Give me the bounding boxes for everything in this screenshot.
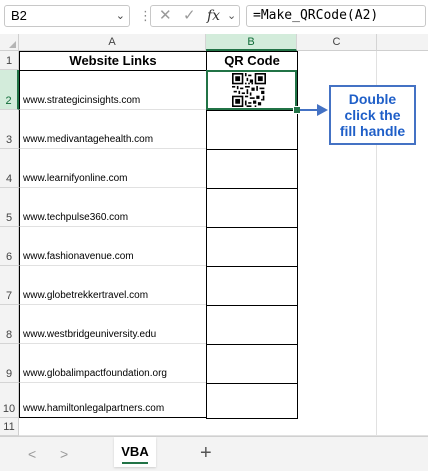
- link-cell[interactable]: www.medivantagehealth.com: [19, 110, 207, 149]
- formula-bar: B2 ⌄ ⋮ ✕ ✓ fx ⌄ =Make_QRCode(A2): [0, 0, 428, 34]
- active-tab-underline: [122, 462, 148, 464]
- callout-line-2: click the: [344, 107, 401, 123]
- select-all-button[interactable]: [0, 34, 19, 51]
- qr-cell[interactable]: [206, 344, 298, 384]
- header-cell-website-links[interactable]: Website Links: [19, 51, 207, 71]
- qr-cell[interactable]: [206, 227, 298, 267]
- insert-function-icon[interactable]: fx: [207, 6, 220, 26]
- qr-cell[interactable]: [206, 188, 298, 228]
- name-box[interactable]: B2 ⌄: [4, 5, 130, 27]
- sheet-tab-vba[interactable]: VBA: [114, 437, 156, 467]
- link-cell[interactable]: www.globetrekkertravel.com: [19, 266, 207, 305]
- link-cell[interactable]: www.westbridgeuniversity.edu: [19, 305, 207, 344]
- row-header-7[interactable]: 7: [0, 266, 19, 305]
- row-header-4[interactable]: 4: [0, 149, 19, 188]
- sheet-tab-bar: < > VBA +: [0, 436, 428, 471]
- qr-cell[interactable]: [206, 383, 298, 419]
- chevron-down-icon[interactable]: ⌄: [116, 6, 125, 26]
- column-header-c[interactable]: C: [297, 34, 377, 51]
- row-header-11[interactable]: 11: [0, 418, 19, 436]
- callout-line-3: fill handle: [339, 123, 406, 139]
- qr-cell[interactable]: [206, 149, 298, 189]
- callout-line-1: Double: [348, 91, 397, 107]
- row-header-2[interactable]: 2: [0, 70, 19, 110]
- row-11-area[interactable]: [19, 418, 428, 436]
- next-sheet-icon[interactable]: >: [60, 446, 68, 462]
- row-header-5[interactable]: 5: [0, 188, 19, 227]
- callout-box: Double click the fill handle: [329, 85, 416, 145]
- qr-cell[interactable]: [206, 305, 298, 345]
- link-cell[interactable]: www.learnifyonline.com: [19, 149, 207, 188]
- row-header-8[interactable]: 8: [0, 305, 19, 344]
- row-header-9[interactable]: 9: [0, 344, 19, 383]
- row-header-3[interactable]: 3: [0, 110, 19, 149]
- name-box-value: B2: [11, 8, 27, 23]
- callout-arrow-icon: [317, 104, 328, 116]
- active-cell-outline: [206, 70, 297, 110]
- column-header-d[interactable]: [377, 34, 428, 51]
- enter-icon[interactable]: ✓: [183, 6, 196, 26]
- formula-input[interactable]: =Make_QRCode(A2): [246, 5, 426, 27]
- chevron-down-icon[interactable]: ⌄: [227, 6, 236, 26]
- row-header-10[interactable]: 10: [0, 383, 19, 418]
- qr-cell[interactable]: [206, 110, 298, 150]
- prev-sheet-icon[interactable]: <: [28, 446, 36, 462]
- link-cell[interactable]: www.techpulse360.com: [19, 188, 207, 227]
- sheet-tab-label: VBA: [121, 444, 149, 459]
- row-header-6[interactable]: 6: [0, 227, 19, 266]
- callout-arrow-line: [300, 109, 318, 111]
- row-header-1[interactable]: 1: [0, 51, 19, 70]
- add-sheet-icon[interactable]: +: [200, 442, 212, 465]
- link-cell[interactable]: www.globalimpactfoundation.org: [19, 344, 207, 383]
- header-cell-qr-code[interactable]: QR Code: [206, 51, 298, 71]
- link-cell[interactable]: www.strategicinsights.com: [19, 70, 207, 110]
- column-header-b[interactable]: B: [206, 34, 297, 51]
- column-header-a[interactable]: A: [19, 34, 206, 51]
- link-cell[interactable]: www.hamiltonlegalpartners.com: [19, 383, 207, 418]
- link-cell[interactable]: www.fashionavenue.com: [19, 227, 207, 266]
- qr-cell[interactable]: [206, 266, 298, 306]
- cancel-icon[interactable]: ✕: [159, 6, 172, 26]
- formula-controls: ✕ ✓ fx ⌄: [150, 5, 240, 27]
